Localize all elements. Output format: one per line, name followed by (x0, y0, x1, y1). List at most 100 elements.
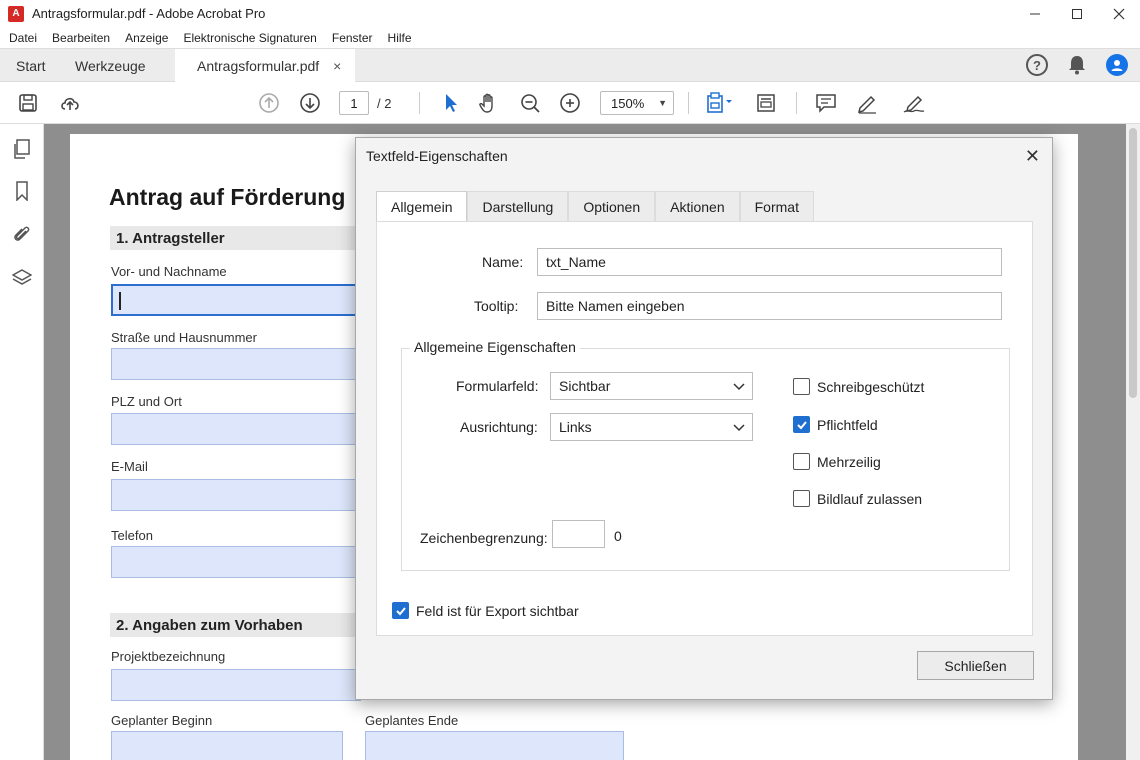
group-title: Allgemeine Eigenschaften (410, 339, 580, 355)
tab-bar: Start Werkzeuge Antragsformular.pdf × ? (0, 48, 1140, 82)
maximize-button[interactable] (1056, 0, 1098, 27)
field-label-end: Geplantes Ende (365, 713, 459, 728)
close-dialog-button[interactable]: Schließen (917, 651, 1034, 680)
text-cursor (119, 292, 121, 310)
tab-start[interactable]: Start (16, 49, 46, 82)
tab-aktionen[interactable]: Aktionen (655, 191, 740, 221)
form-field-email[interactable] (111, 479, 361, 511)
export-checkbox[interactable] (392, 602, 409, 619)
bookmark-icon[interactable] (11, 180, 33, 202)
readonly-label: Schreibgeschützt (817, 378, 925, 395)
formfield-select[interactable]: Sichtbar (550, 372, 753, 400)
dialog-tabs: Allgemein Darstellung Optionen Aktionen … (376, 191, 814, 221)
top-right-icons: ? (1026, 54, 1128, 76)
checkmark-icon (796, 420, 807, 429)
select-pointer-icon[interactable] (439, 91, 463, 115)
tab-document[interactable]: Antragsformular.pdf × (175, 49, 356, 82)
highlight-pen-icon[interactable] (855, 91, 879, 115)
field-label-phone: Telefon (111, 528, 153, 543)
save-icon[interactable] (16, 91, 40, 115)
export-checkbox-row[interactable]: Feld ist für Export sichtbar (392, 602, 579, 619)
textfield-properties-dialog: Textfeld-Eigenschaften ✕ Allgemein Darst… (355, 137, 1053, 700)
multiline-checkbox[interactable] (793, 453, 810, 470)
form-field-city[interactable] (111, 413, 361, 445)
tab-allgemein[interactable]: Allgemein (376, 191, 468, 221)
dialog-title: Textfeld-Eigenschaften (366, 148, 508, 164)
scroll-checkbox[interactable] (793, 490, 810, 507)
required-checkbox[interactable] (793, 416, 810, 433)
vertical-scrollbar[interactable] (1126, 124, 1140, 760)
zoom-select[interactable]: 150% ▼ (600, 91, 674, 115)
minimize-button[interactable] (1014, 0, 1056, 27)
field-label-name: Vor- und Nachname (111, 264, 227, 279)
hand-tool-icon[interactable] (477, 91, 501, 115)
prepare-form-icon[interactable] (704, 91, 736, 115)
form-field-phone[interactable] (111, 546, 361, 578)
toolbar-divider (796, 92, 797, 114)
acrobat-logo-icon: A (8, 5, 24, 22)
readonly-checkbox-row[interactable]: Schreibgeschützt (793, 378, 924, 395)
readonly-checkbox[interactable] (793, 378, 810, 395)
charlimit-input[interactable] (552, 520, 605, 548)
toolbar-divider (419, 92, 420, 114)
form-fields-icon[interactable] (754, 91, 778, 115)
menu-fenster[interactable]: Fenster (332, 31, 373, 45)
bell-icon[interactable] (1066, 54, 1088, 76)
form-field-start[interactable] (111, 731, 343, 760)
zoom-value: 150% (611, 95, 645, 111)
form-field-name[interactable] (111, 284, 361, 316)
charlimit-label: Zeichenbegrenzung: (420, 530, 548, 546)
multiline-label: Mehrzeilig (817, 453, 881, 470)
menu-signaturen[interactable]: Elektronische Signaturen (183, 31, 316, 45)
form-field-end[interactable] (365, 731, 624, 760)
help-icon[interactable]: ? (1026, 54, 1048, 76)
window-controls (1014, 0, 1140, 27)
zoom-out-icon[interactable] (518, 91, 542, 115)
scroll-checkbox-row[interactable]: Bildlauf zulassen (793, 490, 922, 507)
menu-bearbeiten[interactable]: Bearbeiten (52, 31, 110, 45)
main-toolbar: 1 / 2 150% ▼ (0, 82, 1140, 124)
tab-document-label: Antragsformular.pdf (197, 57, 320, 74)
form-field-street[interactable] (111, 348, 361, 380)
tab-tools[interactable]: Werkzeuge (75, 49, 146, 82)
comment-icon[interactable] (814, 91, 838, 115)
required-label: Pflichtfeld (817, 416, 878, 433)
menu-hilfe[interactable]: Hilfe (388, 31, 412, 45)
scrollbar-thumb[interactable] (1129, 128, 1137, 398)
cloud-upload-icon[interactable] (58, 91, 82, 115)
user-account-icon[interactable] (1106, 54, 1128, 76)
tab-format[interactable]: Format (739, 191, 814, 221)
tab-darstellung[interactable]: Darstellung (467, 191, 569, 221)
formfield-label: Formularfeld: (456, 378, 539, 394)
dialog-close-icon[interactable]: ✕ (1025, 146, 1040, 167)
menu-datei[interactable]: Datei (9, 31, 37, 45)
window-title: Antragsformular.pdf - Adobe Acrobat Pro (32, 6, 266, 21)
tab-panel-allgemein: Name: txt_Name Tooltip: Bitte Namen eing… (376, 221, 1033, 636)
previous-page-icon[interactable] (257, 91, 281, 115)
pages-thumbnails-icon[interactable] (11, 138, 33, 160)
close-tab-icon[interactable]: × (333, 58, 341, 74)
next-page-icon[interactable] (298, 91, 322, 115)
form-field-project[interactable] (111, 669, 361, 701)
close-window-button[interactable] (1098, 0, 1140, 27)
layers-icon[interactable] (11, 267, 33, 289)
toolbar-divider (688, 92, 689, 114)
menu-bar: Datei Bearbeiten Anzeige Elektronische S… (0, 27, 1140, 48)
field-label-email: E-Mail (111, 459, 148, 474)
tooltip-label: Tooltip: (474, 298, 519, 314)
tab-optionen[interactable]: Optionen (568, 191, 656, 221)
field-label-start: Geplanter Beginn (111, 713, 213, 728)
document-title: Antrag auf Förderung (109, 184, 346, 210)
required-checkbox-row[interactable]: Pflichtfeld (793, 416, 878, 433)
tooltip-input[interactable]: Bitte Namen eingeben (537, 292, 1002, 320)
field-label-street: Straße und Hausnummer (111, 330, 257, 345)
alignment-select[interactable]: Links (550, 413, 753, 441)
name-input[interactable]: txt_Name (537, 248, 1002, 276)
sign-pen-icon[interactable] (902, 91, 926, 115)
page-number-input[interactable]: 1 (339, 91, 369, 115)
menu-anzeige[interactable]: Anzeige (125, 31, 168, 45)
charlimit-count: 0 (614, 528, 622, 544)
attachment-icon[interactable] (11, 223, 33, 245)
zoom-in-icon[interactable] (558, 91, 582, 115)
multiline-checkbox-row[interactable]: Mehrzeilig (793, 453, 881, 470)
